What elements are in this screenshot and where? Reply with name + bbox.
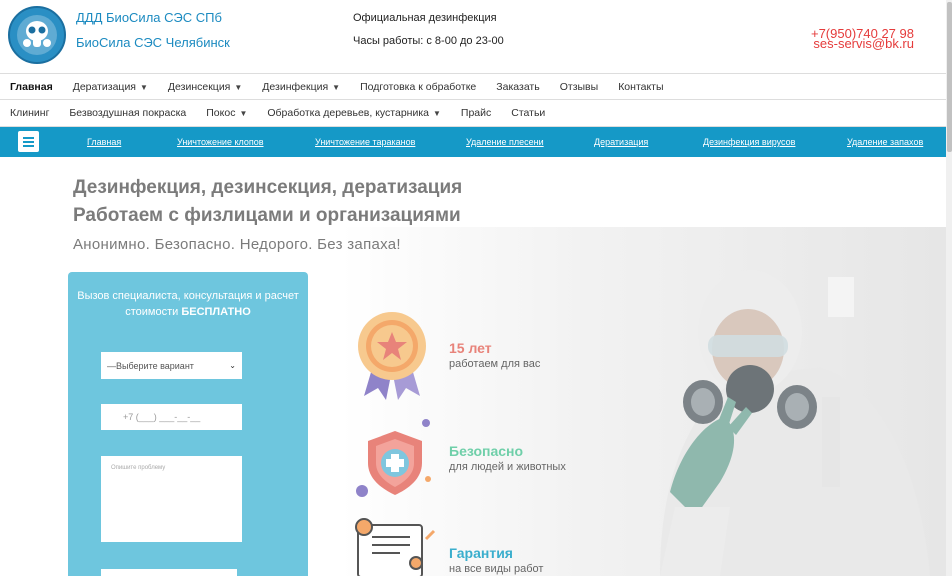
menu-item-tree-treatment[interactable]: Обработка деревьев, кустарника ▼ bbox=[257, 107, 451, 119]
hazmat-worker-illustration bbox=[660, 270, 930, 576]
chevron-down-icon: ▼ bbox=[433, 109, 441, 118]
brand-chelyabinsk-link[interactable]: БиоСила СЭС Челябинск bbox=[76, 35, 230, 50]
chevron-down-icon: ▼ bbox=[239, 109, 248, 118]
email-link[interactable]: ses-servis@bk.ru bbox=[813, 36, 914, 51]
chevron-down-icon: ⌄ bbox=[229, 361, 236, 370]
main-menu: Главная Дератизация ▼ Дезинсекция ▼ Дезинф… bbox=[0, 73, 946, 100]
menu-item-label: Дезинсекция bbox=[167, 80, 231, 93]
gas-mask-icon bbox=[17, 15, 57, 55]
quick-link-bedbugs[interactable]: Уничтожение клопов bbox=[177, 137, 264, 147]
form-heading-free: БЕСПЛАТНО bbox=[181, 306, 251, 318]
feature-guarantee-title: Гарантия bbox=[449, 545, 513, 561]
menu-item-label: Клининг bbox=[10, 107, 50, 119]
medical-shield-icon bbox=[356, 419, 431, 497]
menu-item-label: Подготовка к обработке bbox=[360, 80, 477, 93]
menu-item-label: Обработка деревьев, кустарника bbox=[267, 107, 429, 119]
callback-form: Вызов специалиста, консультация и расчет… bbox=[68, 272, 308, 576]
hero-section: Дезинфекция, дезинсекция, дератизация Ра… bbox=[0, 157, 946, 576]
menu-item-mowing[interactable]: Покос ▼ bbox=[196, 107, 257, 119]
problem-textarea[interactable]: Опишите проблему bbox=[101, 456, 242, 542]
quick-links-bar: Главная Уничтожение клопов Уничтожение т… bbox=[0, 127, 946, 157]
site-header: ДДД БиоСила СЭС СПб БиоСила СЭС Челябинс… bbox=[0, 0, 946, 73]
menu-item-label: Дезинфекция bbox=[262, 80, 329, 93]
quick-link-cockroaches[interactable]: Уничтожение тараканов bbox=[315, 137, 415, 147]
menu-item-disinsection[interactable]: Дезинсекция ▼ bbox=[158, 81, 252, 93]
menu-item-airless-painting[interactable]: Безвоздушная покраска bbox=[59, 107, 196, 119]
menu-item-label: Главная bbox=[10, 80, 53, 93]
feature-years-subtitle: работаем для вас bbox=[449, 358, 541, 370]
hero-title-clients: Работаем с физлицами и организациями bbox=[73, 205, 461, 226]
secondary-menu: Клининг Безвоздушная покраска Покос ▼ Обр… bbox=[0, 100, 946, 127]
menu-item-order[interactable]: Заказать bbox=[486, 81, 549, 93]
scrollbar-thumb[interactable] bbox=[947, 2, 952, 152]
menu-item-cleaning[interactable]: Клининг bbox=[0, 107, 59, 119]
form-heading: Вызов специалиста, консультация и расчет… bbox=[68, 288, 308, 320]
phone-input[interactable]: +7 (___) ___-__-__ bbox=[101, 404, 242, 430]
menu-item-articles[interactable]: Статьи bbox=[501, 107, 555, 119]
menu-item-label: Контакты bbox=[618, 80, 664, 93]
page-scrollbar[interactable] bbox=[946, 0, 952, 576]
menu-item-label: Покос bbox=[206, 107, 236, 119]
menu-item-label: Прайс bbox=[460, 107, 492, 119]
brand-spb-link[interactable]: ДДД БиоСила СЭС СПб bbox=[76, 10, 222, 25]
tagline: Официальная дезинфекция bbox=[353, 12, 497, 24]
menu-item-label: Безвоздушная покраска bbox=[69, 107, 187, 119]
logo[interactable] bbox=[8, 6, 66, 64]
hero-title-services: Дезинфекция, дезинсекция, дератизация bbox=[73, 177, 463, 198]
submit-button[interactable] bbox=[101, 569, 237, 576]
feature-safe-subtitle: для людей и животных bbox=[449, 461, 566, 473]
menu-item-contacts[interactable]: Контакты bbox=[608, 81, 673, 93]
menu-item-price[interactable]: Прайс bbox=[451, 107, 501, 119]
service-select[interactable]: —Выберите вариант ⌄ bbox=[101, 352, 242, 379]
menu-item-disinfection[interactable]: Дезинфекция ▼ bbox=[252, 81, 350, 93]
service-select-value: —Выберите вариант bbox=[107, 360, 194, 371]
hamburger-menu-icon[interactable] bbox=[18, 131, 39, 152]
hero-subtitle: Анонимно. Безопасно. Недорого. Без запах… bbox=[73, 236, 401, 253]
chevron-down-icon: ▼ bbox=[140, 82, 148, 92]
menu-item-label: Статьи bbox=[511, 107, 546, 119]
feature-safe-title: Безопасно bbox=[449, 443, 524, 459]
menu-item-label: Отзывы bbox=[559, 80, 599, 93]
menu-item-label: Заказать bbox=[496, 80, 540, 93]
guarantee-document-icon bbox=[355, 518, 436, 576]
quick-link-deratization[interactable]: Дератизация bbox=[594, 137, 648, 147]
working-hours: Часы работы: с 8-00 до 23-00 bbox=[353, 35, 504, 47]
menu-item-deratization[interactable]: Дератизация ▼ bbox=[63, 81, 158, 93]
quick-link-home[interactable]: Главная bbox=[87, 137, 121, 147]
chevron-down-icon: ▼ bbox=[332, 82, 341, 92]
feature-years-title: 15 лет bbox=[449, 340, 492, 356]
menu-item-preparation[interactable]: Подготовка к обработке bbox=[350, 81, 486, 93]
feature-guarantee-subtitle: на все виды работ bbox=[449, 563, 544, 575]
quick-link-odors[interactable]: Удаление запахов bbox=[847, 137, 923, 147]
medal-icon bbox=[358, 312, 426, 400]
menu-item-home[interactable]: Главная bbox=[0, 81, 63, 93]
quick-link-viruses[interactable]: Дезинфекция вирусов bbox=[703, 137, 795, 147]
quick-link-mold[interactable]: Удаление плесени bbox=[466, 137, 544, 147]
menu-item-reviews[interactable]: Отзывы bbox=[550, 81, 608, 93]
chevron-down-icon: ▼ bbox=[234, 82, 243, 92]
menu-item-label: Дератизация bbox=[72, 80, 136, 93]
